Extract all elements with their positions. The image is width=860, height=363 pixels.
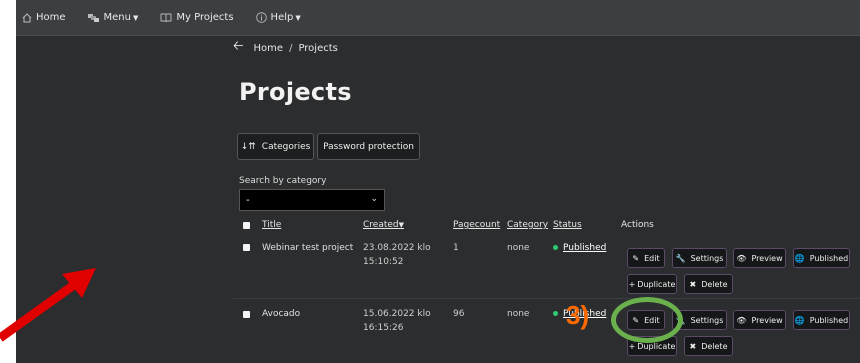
globe-icon: 🌐: [794, 315, 805, 325]
password-protection-label: Password protection: [323, 141, 414, 152]
created-date-line: 15.06.2022 klo: [363, 309, 431, 319]
published-button[interactable]: 🌐 Published: [793, 310, 850, 330]
pagecount: 1: [453, 243, 459, 253]
page-title: Projects: [239, 78, 352, 106]
breadcrumb-home[interactable]: Home: [254, 43, 284, 54]
times-icon: ✖: [689, 279, 697, 289]
row-divider: [233, 298, 860, 299]
breadcrumb-current: Projects: [298, 42, 338, 54]
column-category[interactable]: Category: [507, 220, 548, 230]
breadcrumb-separator: /: [289, 42, 293, 54]
nav-menu-label: Menu: [103, 12, 131, 23]
book-icon: [160, 13, 172, 23]
annotation-highlight-circle: [611, 297, 683, 343]
menu-icon: [87, 13, 100, 23]
plus-icon: +: [628, 279, 636, 289]
password-protection-button[interactable]: Password protection: [317, 133, 420, 160]
pagecount: 96: [453, 309, 465, 319]
nav-my-projects[interactable]: My Projects: [160, 12, 234, 23]
column-created[interactable]: Created▼: [363, 220, 404, 230]
nav-menu[interactable]: Menu ▼: [87, 12, 139, 23]
category: none: [507, 309, 530, 319]
chevron-down-icon: ⌄: [370, 194, 378, 204]
created-time-line: 15:10:52: [363, 257, 404, 267]
delete-button[interactable]: ✖ Delete: [684, 336, 733, 356]
categories-button-label: Categories: [261, 141, 311, 152]
times-icon: ✖: [689, 341, 697, 351]
duplicate-label: Duplicate: [637, 279, 676, 289]
preview-button[interactable]: 👁 Preview: [733, 248, 786, 268]
sort-icon: ↓⇈: [240, 141, 256, 152]
annotation-step-number: 3): [566, 300, 590, 330]
column-title[interactable]: Title: [262, 220, 281, 230]
column-created-label: Created: [363, 220, 399, 230]
created-date: 15.06.2022 klo 16:15:26: [363, 307, 431, 335]
caret-down-icon: ▼: [295, 13, 301, 22]
published-button[interactable]: 🌐 Published: [793, 248, 850, 268]
project-title[interactable]: Avocado: [262, 307, 300, 321]
sort-down-icon: ▼: [398, 221, 405, 229]
globe-icon: 🌐: [794, 253, 805, 263]
nav-home[interactable]: Home: [22, 12, 66, 23]
settings-label: Settings: [690, 253, 724, 263]
row-checkbox[interactable]: [243, 244, 250, 251]
row-checkbox[interactable]: [243, 311, 250, 318]
categories-button[interactable]: ↓⇈ Categories: [237, 133, 314, 160]
delete-label: Delete: [701, 279, 728, 289]
nav-help-label: Help: [270, 12, 294, 23]
caret-down-icon: ▼: [133, 13, 139, 22]
created-date-line: 23.08.2022 klo: [363, 243, 431, 253]
duplicate-button[interactable]: + Duplicate: [627, 274, 677, 294]
delete-label: Delete: [701, 341, 728, 351]
eye-icon: 👁: [736, 253, 747, 263]
breadcrumb: 🡠 Home / Projects: [233, 37, 338, 59]
category-select-value: -: [246, 194, 250, 206]
home-icon: [22, 12, 32, 23]
nav-my-projects-label: My Projects: [176, 12, 234, 23]
wrench-icon: 🔧: [675, 253, 686, 263]
published-label: Published: [809, 315, 849, 325]
eye-icon: 👁: [736, 315, 747, 325]
status-dot-icon: [553, 245, 558, 250]
annotation-arrow-icon: [0, 268, 96, 342]
plus-icon: +: [628, 341, 636, 351]
info-icon: [255, 12, 267, 23]
published-label: Published: [809, 253, 849, 263]
edit-button[interactable]: ✎ Edit: [627, 248, 665, 268]
edit-label: Edit: [644, 253, 660, 263]
delete-button[interactable]: ✖ Delete: [684, 274, 733, 294]
select-all-checkbox[interactable]: [243, 222, 250, 229]
preview-button[interactable]: 👁 Preview: [733, 310, 786, 330]
created-time-line: 16:15:26: [363, 323, 404, 333]
preview-label: Preview: [751, 315, 783, 325]
status-dot-icon: [553, 311, 558, 316]
settings-label: Settings: [690, 315, 724, 325]
nav-home-label: Home: [36, 12, 66, 23]
pencil-icon: ✎: [632, 253, 640, 263]
column-pagecount[interactable]: Pagecount: [453, 220, 500, 230]
preview-label: Preview: [751, 253, 783, 263]
column-actions: Actions: [621, 220, 654, 230]
nav-help[interactable]: Help ▼: [255, 12, 301, 23]
project-title[interactable]: Webinar test project: [262, 241, 353, 255]
created-date: 23.08.2022 klo 15:10:52: [363, 241, 431, 269]
back-arrow-icon[interactable]: 🡠: [233, 37, 244, 59]
status-link[interactable]: Published: [563, 243, 606, 253]
top-navbar: Home Menu ▼ My Projects Help ▼: [16, 0, 860, 36]
category-select[interactable]: - ⌄: [239, 189, 385, 211]
category: none: [507, 243, 530, 253]
status[interactable]: Published: [553, 241, 606, 255]
search-by-category-label: Search by category: [239, 176, 327, 186]
settings-button[interactable]: 🔧 Settings: [672, 248, 727, 268]
column-status[interactable]: Status: [553, 220, 582, 230]
